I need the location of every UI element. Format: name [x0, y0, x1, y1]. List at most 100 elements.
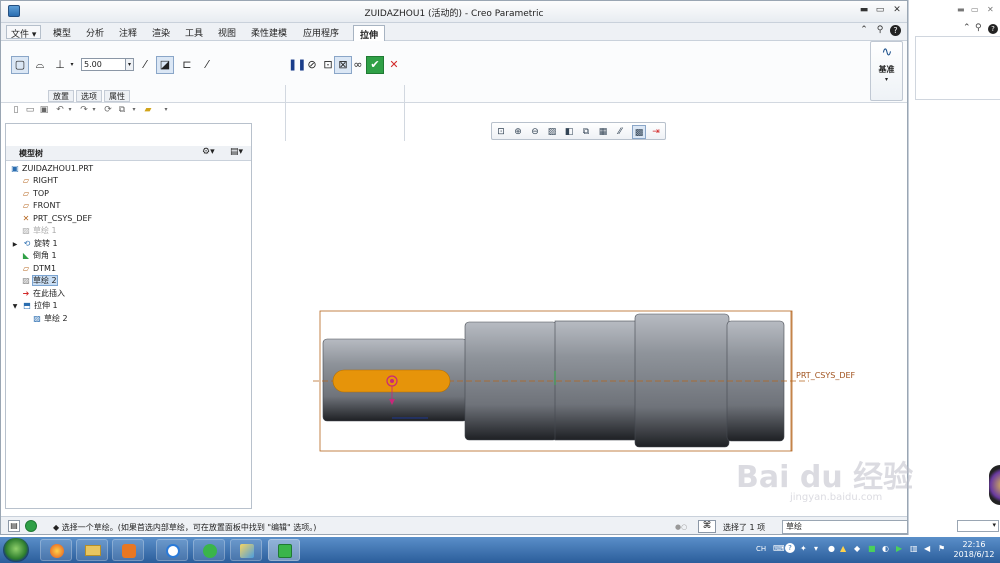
floating-assistant-icon[interactable] [989, 465, 1000, 505]
verify-mode-icon[interactable]: ∞ [349, 56, 367, 74]
tree-item-sketch-2[interactable]: ▨ 草绘 2 [21, 275, 58, 287]
keyboard-icon[interactable]: ⌨ [773, 544, 785, 553]
placement-panel-tab[interactable]: 放置 [48, 90, 74, 102]
tree-item-extrude-1[interactable]: ▼ ⬒ 拉伸 1 [10, 300, 58, 312]
tray-app-icon-2[interactable]: ▲ [840, 544, 846, 553]
browser-icon[interactable] [25, 520, 37, 532]
tray-expand-icon[interactable]: ▾ [814, 544, 818, 553]
annotation-display-icon[interactable]: ⇥ [649, 125, 663, 139]
depth-options-dropdown[interactable]: ▾ [67, 56, 77, 74]
collapse-arrow-icon[interactable]: ▼ [10, 301, 20, 313]
network-icon[interactable]: ▥ [910, 544, 918, 553]
tree-item-top[interactable]: ▱ TOP [21, 188, 49, 200]
tray-app-icon-3[interactable]: ◆ [854, 544, 860, 553]
extrude-solid-icon[interactable]: ▢ [11, 56, 29, 74]
tree-item-right[interactable]: ▱ RIGHT [21, 175, 58, 187]
cancel-x-icon[interactable]: ✕ [385, 56, 403, 74]
new-file-icon[interactable]: ▯ [11, 105, 21, 115]
file-menu[interactable]: 文件 ▾ [6, 25, 42, 40]
properties-panel-tab[interactable]: 属性 [104, 90, 130, 102]
bg-close-icon[interactable]: ✕ [987, 5, 994, 14]
tree-item-extrude-sketch[interactable]: ▨ 草绘 2 [32, 313, 67, 325]
undo-icon[interactable]: ↶ [55, 105, 65, 115]
redo-icon[interactable]: ↷ [79, 105, 89, 115]
taskbar-360-icon[interactable] [193, 539, 225, 561]
tray-app-icon-6[interactable]: ▶ [896, 544, 902, 553]
refit-icon[interactable]: ⊡ [494, 125, 508, 139]
selection-filter-dropdown[interactable]: 草绘▾ [782, 520, 907, 534]
tree-show-icon[interactable]: ▤▾ [230, 147, 243, 157]
tab-model[interactable]: 模型 [53, 26, 71, 39]
taskbar-creo-icon[interactable] [268, 539, 300, 561]
confirm-checkmark-icon[interactable]: ✔ [366, 56, 384, 74]
windows-icon[interactable]: ⧉ [117, 105, 127, 115]
tray-app-icon-4[interactable]: ■ [868, 544, 876, 553]
tree-item-part[interactable]: ▣ ZUIDAZHOU1.PRT [10, 163, 93, 175]
tab-applications[interactable]: 应用程序 [303, 26, 339, 39]
volume-icon[interactable]: ◀ [924, 544, 930, 553]
tab-view[interactable]: 视图 [218, 26, 236, 39]
toggle-navigator-icon[interactable]: ▤ [8, 520, 20, 532]
minimize-ribbon-icon[interactable]: ⌃ [857, 25, 871, 37]
taskbar-paint-icon[interactable] [230, 539, 262, 561]
tree-item-sketch-1[interactable]: ▨ 草绘 1 [21, 225, 56, 237]
zoom-in-icon[interactable]: ⊕ [511, 125, 525, 139]
customize-toolbar-icon[interactable]: ▾ [161, 105, 171, 115]
save-icon[interactable]: ▣ [39, 105, 49, 115]
tray-help-icon[interactable]: ? [785, 543, 795, 553]
minimize-button[interactable]: ▬ [857, 5, 871, 17]
flip-material-side-icon[interactable]: ⁄ [198, 56, 216, 74]
action-center-icon[interactable]: ⚑ [938, 544, 945, 553]
tab-analysis[interactable]: 分析 [86, 26, 104, 39]
tray-app-icon-1[interactable]: ● [828, 544, 835, 553]
tree-item-dtm1[interactable]: ▱ DTM1 [21, 263, 56, 275]
taskbar-browser-icon[interactable] [40, 539, 72, 561]
expand-arrow-icon[interactable]: ▶ [10, 239, 20, 251]
tab-flexible-modeling[interactable]: 柔性建模 [251, 26, 287, 39]
thicken-sketch-icon[interactable]: ⊏ [178, 56, 196, 74]
shaft-segment-4[interactable] [634, 313, 730, 448]
restore-button[interactable]: ▭ [873, 5, 887, 17]
options-panel-tab[interactable]: 选项 [76, 90, 102, 102]
view-manager-icon[interactable]: ▦ [596, 125, 610, 139]
depth-value-dropdown[interactable]: ▾ [125, 58, 134, 71]
undo-dropdown-icon[interactable]: ▾ [65, 105, 75, 115]
tab-tools[interactable]: 工具 [185, 26, 203, 39]
tree-item-chamfer-1[interactable]: ◣ 倒角 1 [21, 250, 57, 262]
datum-display-icon[interactable]: ⁄⁄ [613, 125, 627, 139]
close-button[interactable]: ✕ [890, 5, 904, 17]
taskbar-media-icon[interactable] [112, 539, 144, 561]
taskbar-baidu-netdisk-icon[interactable] [156, 539, 188, 561]
datum-group[interactable]: ∿ 基准 ▾ [870, 41, 903, 101]
sketcher-display-icon[interactable]: ▩ [632, 125, 646, 139]
repaint-icon[interactable]: ▨ [545, 125, 559, 139]
open-file-icon[interactable]: ▭ [25, 105, 35, 115]
bg-search-icon[interactable]: ⚲ [975, 23, 982, 33]
language-indicator[interactable]: CH [756, 545, 766, 553]
zoom-out-icon[interactable]: ⊖ [528, 125, 542, 139]
regenerate-icon[interactable]: ⟳ [103, 105, 113, 115]
help-icon[interactable]: ? [890, 25, 901, 36]
search-icon[interactable]: ⚲ [873, 25, 887, 37]
tab-render[interactable]: 渲染 [152, 26, 170, 39]
flip-direction-icon[interactable]: ⁄ [136, 56, 154, 74]
bg-minimize-icon[interactable]: ▬ [957, 5, 965, 14]
start-button[interactable] [3, 538, 29, 562]
taskbar-explorer-icon[interactable] [76, 539, 108, 561]
tree-item-revolve-1[interactable]: ▶ ⟲ 旋转 1 [10, 238, 58, 250]
saved-orientations-icon[interactable]: ⧉ [579, 125, 593, 139]
bg-minimize-ribbon-icon[interactable]: ⌃ [963, 23, 971, 33]
tab-extrude[interactable]: 拉伸 [353, 25, 385, 42]
display-style-icon[interactable]: ◧ [562, 125, 576, 139]
tree-item-csys[interactable]: ✕ PRT_CSYS_DEF [21, 213, 93, 225]
remove-material-icon[interactable]: ◪ [156, 56, 174, 74]
taskbar-clock[interactable]: 22:16 2018/6/12 [950, 540, 998, 560]
folder-icon[interactable]: ▰ [143, 105, 153, 115]
tray-settings-icon[interactable]: ✦ [800, 544, 807, 553]
shaft-segment-3[interactable] [554, 320, 638, 441]
tree-item-insert-here[interactable]: ➔ 在此插入 [21, 288, 65, 300]
tray-app-icon-5[interactable]: ◐ [882, 544, 889, 553]
tree-item-front[interactable]: ▱ FRONT [21, 200, 60, 212]
tab-annotate[interactable]: 注释 [119, 26, 137, 39]
tree-settings-icon[interactable]: ⚙▾ [202, 147, 215, 157]
